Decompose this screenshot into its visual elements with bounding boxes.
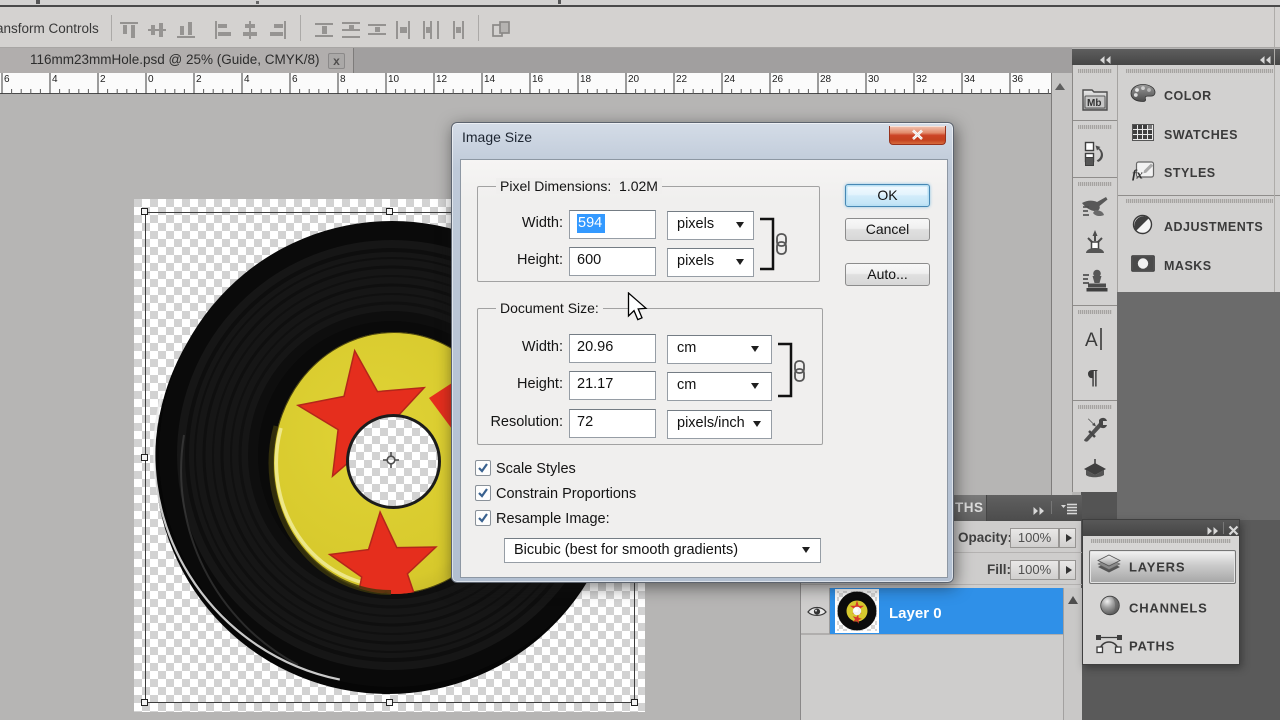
svg-text:fx: fx bbox=[1132, 167, 1143, 181]
svg-text:A: A bbox=[1085, 330, 1098, 351]
svg-text:Mb: Mb bbox=[1087, 98, 1101, 109]
svg-text:¶: ¶ bbox=[1087, 365, 1098, 389]
